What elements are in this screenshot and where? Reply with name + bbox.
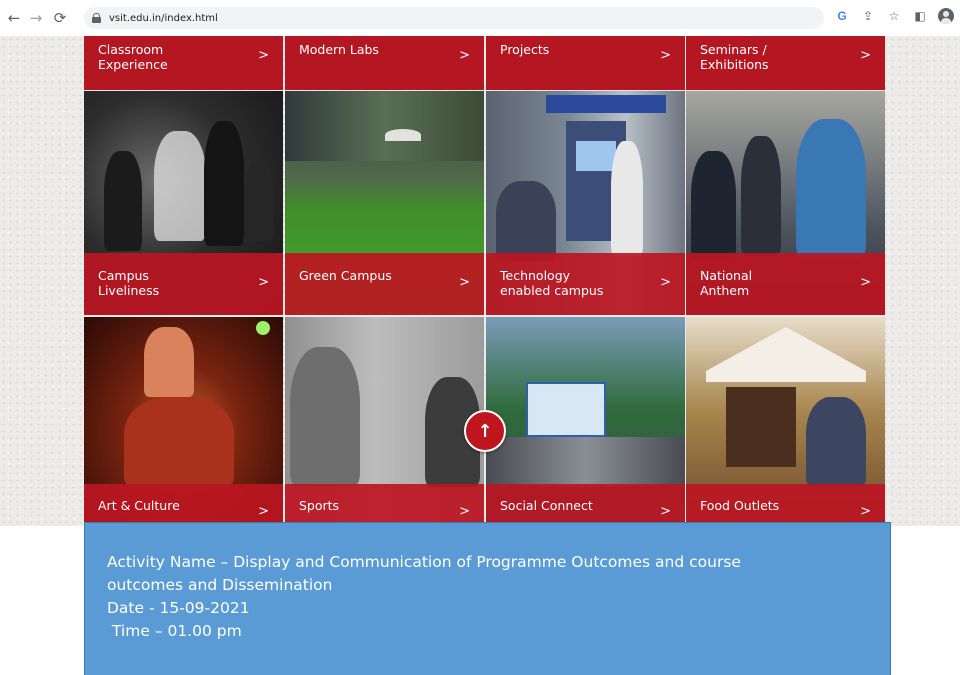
tile-social-connect[interactable]: Social Connect > [486, 317, 685, 525]
google-icon[interactable]: G [834, 9, 850, 23]
chevron-right-icon: > [860, 275, 871, 290]
activity-info-box: Activity Name – Display and Communicatio… [84, 522, 891, 675]
chevron-right-icon: > [258, 275, 269, 290]
tile-label-text: Social Connect [500, 498, 593, 513]
tile-label-text: Campus Liveliness [98, 268, 160, 298]
tile-label[interactable]: Campus Liveliness > [84, 253, 283, 315]
share-icon[interactable]: ⇪ [860, 9, 876, 23]
tile-label-text: Art & Culture [98, 498, 180, 513]
chevron-right-icon: > [459, 48, 470, 63]
browser-toolbar: ← → ⟳ vsit.edu.in/index.html G ⇪ ☆ ◧ [0, 0, 960, 36]
tile-label-text: Classroom Experience [98, 42, 168, 72]
lock-icon[interactable] [92, 13, 101, 23]
activity-name-line-2: outcomes and Dissemination [107, 576, 333, 594]
tile-label[interactable]: Projects > [486, 36, 685, 90]
sidebar-icon[interactable]: ◧ [912, 9, 928, 23]
tile-label-text: Sports [299, 498, 340, 513]
chevron-right-icon: > [860, 504, 871, 519]
tile-green-campus[interactable]: Green Campus > [285, 91, 484, 315]
chevron-right-icon: > [459, 504, 470, 519]
address-bar[interactable]: vsit.edu.in/index.html [84, 7, 824, 29]
arrow-up-icon: ↑ [477, 420, 493, 442]
back-icon[interactable]: ← [4, 8, 24, 28]
tile-label-text: Technology enabled campus [500, 268, 604, 298]
tile-label[interactable]: Classroom Experience > [84, 36, 283, 90]
activity-name-line-1: Activity Name – Display and Communicatio… [107, 553, 741, 571]
chevron-right-icon: > [860, 48, 871, 63]
url-text[interactable]: vsit.edu.in/index.html [109, 13, 218, 24]
tile-national-anthem[interactable]: National Anthem > [686, 91, 885, 315]
tile-label[interactable]: National Anthem > [686, 253, 885, 315]
activity-time: Time – 01.00 pm [107, 622, 242, 640]
tile-label[interactable]: Technology enabled campus > [486, 253, 685, 315]
chevron-right-icon: > [660, 48, 671, 63]
reload-icon[interactable]: ⟳ [50, 8, 70, 28]
tile-label-text: National Anthem [700, 268, 753, 298]
tile-food-outlets[interactable]: Food Outlets > [686, 317, 885, 525]
star-icon[interactable]: ☆ [886, 9, 902, 23]
chevron-right-icon: > [459, 275, 470, 290]
chevron-right-icon: > [660, 504, 671, 519]
chevron-right-icon: > [258, 48, 269, 63]
chevron-right-icon: > [258, 504, 269, 519]
tile-label-text: Green Campus [299, 268, 392, 283]
tile-label-text: Projects [500, 42, 550, 57]
profile-icon[interactable] [938, 8, 954, 24]
tile-modern-labs[interactable]: Modern Labs > [285, 36, 484, 90]
chevron-right-icon: > [660, 275, 671, 290]
activity-date: Date - 15-09-2021 [107, 599, 250, 617]
tile-label[interactable]: Green Campus > [285, 253, 484, 315]
tile-label-text: Modern Labs [299, 42, 379, 57]
tile-art-culture[interactable]: Art & Culture > [84, 317, 283, 525]
scroll-to-top-button[interactable]: ↑ [464, 410, 506, 452]
tile-label[interactable]: Sports > [285, 484, 484, 525]
forward-icon[interactable]: → [26, 8, 46, 28]
tile-campus-liveliness[interactable]: Campus Liveliness > [84, 91, 283, 315]
tile-seminars-exhibitions[interactable]: Seminars / Exhibitions > [686, 36, 885, 90]
tile-label[interactable]: Food Outlets > [686, 484, 885, 525]
tile-label[interactable]: Art & Culture > [84, 484, 283, 525]
tile-label-text: Seminars / Exhibitions [700, 42, 769, 72]
tile-technology-enabled-campus[interactable]: Technology enabled campus > [486, 91, 685, 315]
tile-label[interactable]: Modern Labs > [285, 36, 484, 90]
tile-label[interactable]: Seminars / Exhibitions > [686, 36, 885, 90]
tile-projects[interactable]: Projects > [486, 36, 685, 90]
tile-label-text: Food Outlets [700, 498, 780, 513]
tile-classroom-experience[interactable]: Classroom Experience > [84, 36, 283, 90]
tile-label[interactable]: Social Connect > [486, 484, 685, 525]
tile-sports[interactable]: Sports > [285, 317, 484, 525]
